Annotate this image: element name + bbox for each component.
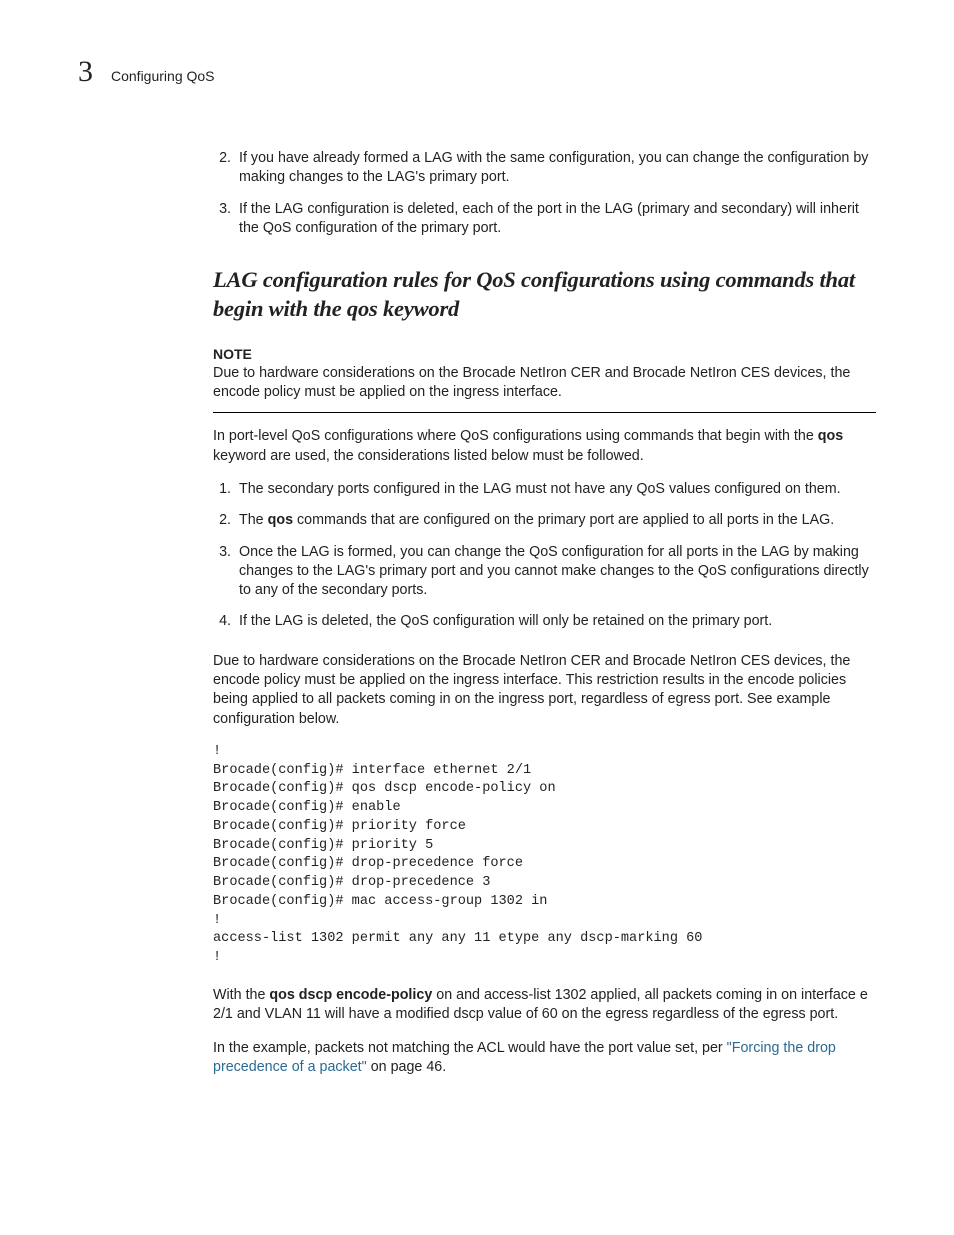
document-page: 3 Configuring QoS If you have already fo…	[0, 0, 954, 1151]
list-item: The qos commands that are configured on …	[235, 511, 876, 530]
with-paragraph: With the qos dscp encode-policy on and a…	[213, 986, 876, 1025]
list-item: If the LAG configuration is deleted, eac…	[235, 200, 876, 239]
list-item: If the LAG is deleted, the QoS configura…	[235, 612, 876, 631]
hardware-paragraph: Due to hardware considerations on the Br…	[213, 652, 876, 729]
running-title: Configuring QoS	[111, 68, 215, 84]
intro-paragraph: In port-level QoS configurations where Q…	[213, 427, 876, 466]
text: With the	[213, 987, 269, 1003]
keyword-qos: qos	[818, 428, 843, 444]
text: on page 46.	[367, 1059, 447, 1075]
page-header: 3 Configuring QoS	[78, 55, 876, 89]
text: The	[239, 512, 268, 528]
chapter-number: 3	[78, 55, 93, 89]
example-paragraph: In the example, packets not matching the…	[213, 1039, 876, 1078]
continued-list: If you have already formed a LAG with th…	[213, 149, 876, 238]
page-content: If you have already formed a LAG with th…	[213, 149, 876, 1077]
text: keyword are used, the considerations lis…	[213, 448, 644, 464]
note-body: Due to hardware considerations on the Br…	[213, 364, 876, 414]
text: The secondary ports configured in the LA…	[239, 481, 841, 497]
note-label: NOTE	[213, 346, 876, 362]
note-block: NOTE Due to hardware considerations on t…	[213, 346, 876, 414]
text: commands that are configured on the prim…	[293, 512, 834, 528]
text: Once the LAG is formed, you can change t…	[239, 544, 869, 599]
keyword-encode-policy: qos dscp encode-policy	[269, 987, 432, 1003]
text: In the example, packets not matching the…	[213, 1040, 727, 1056]
code-block: ! Brocade(config)# interface ethernet 2/…	[213, 743, 876, 968]
list-item: If you have already formed a LAG with th…	[235, 149, 876, 188]
list-item: The secondary ports configured in the LA…	[235, 480, 876, 499]
text: If the LAG is deleted, the QoS configura…	[239, 613, 772, 629]
text: In port-level QoS configurations where Q…	[213, 428, 818, 444]
section-heading: LAG configuration rules for QoS configur…	[213, 266, 876, 324]
list-item: Once the LAG is formed, you can change t…	[235, 543, 876, 601]
rules-list: The secondary ports configured in the LA…	[213, 480, 876, 632]
keyword-qos: qos	[268, 512, 293, 528]
